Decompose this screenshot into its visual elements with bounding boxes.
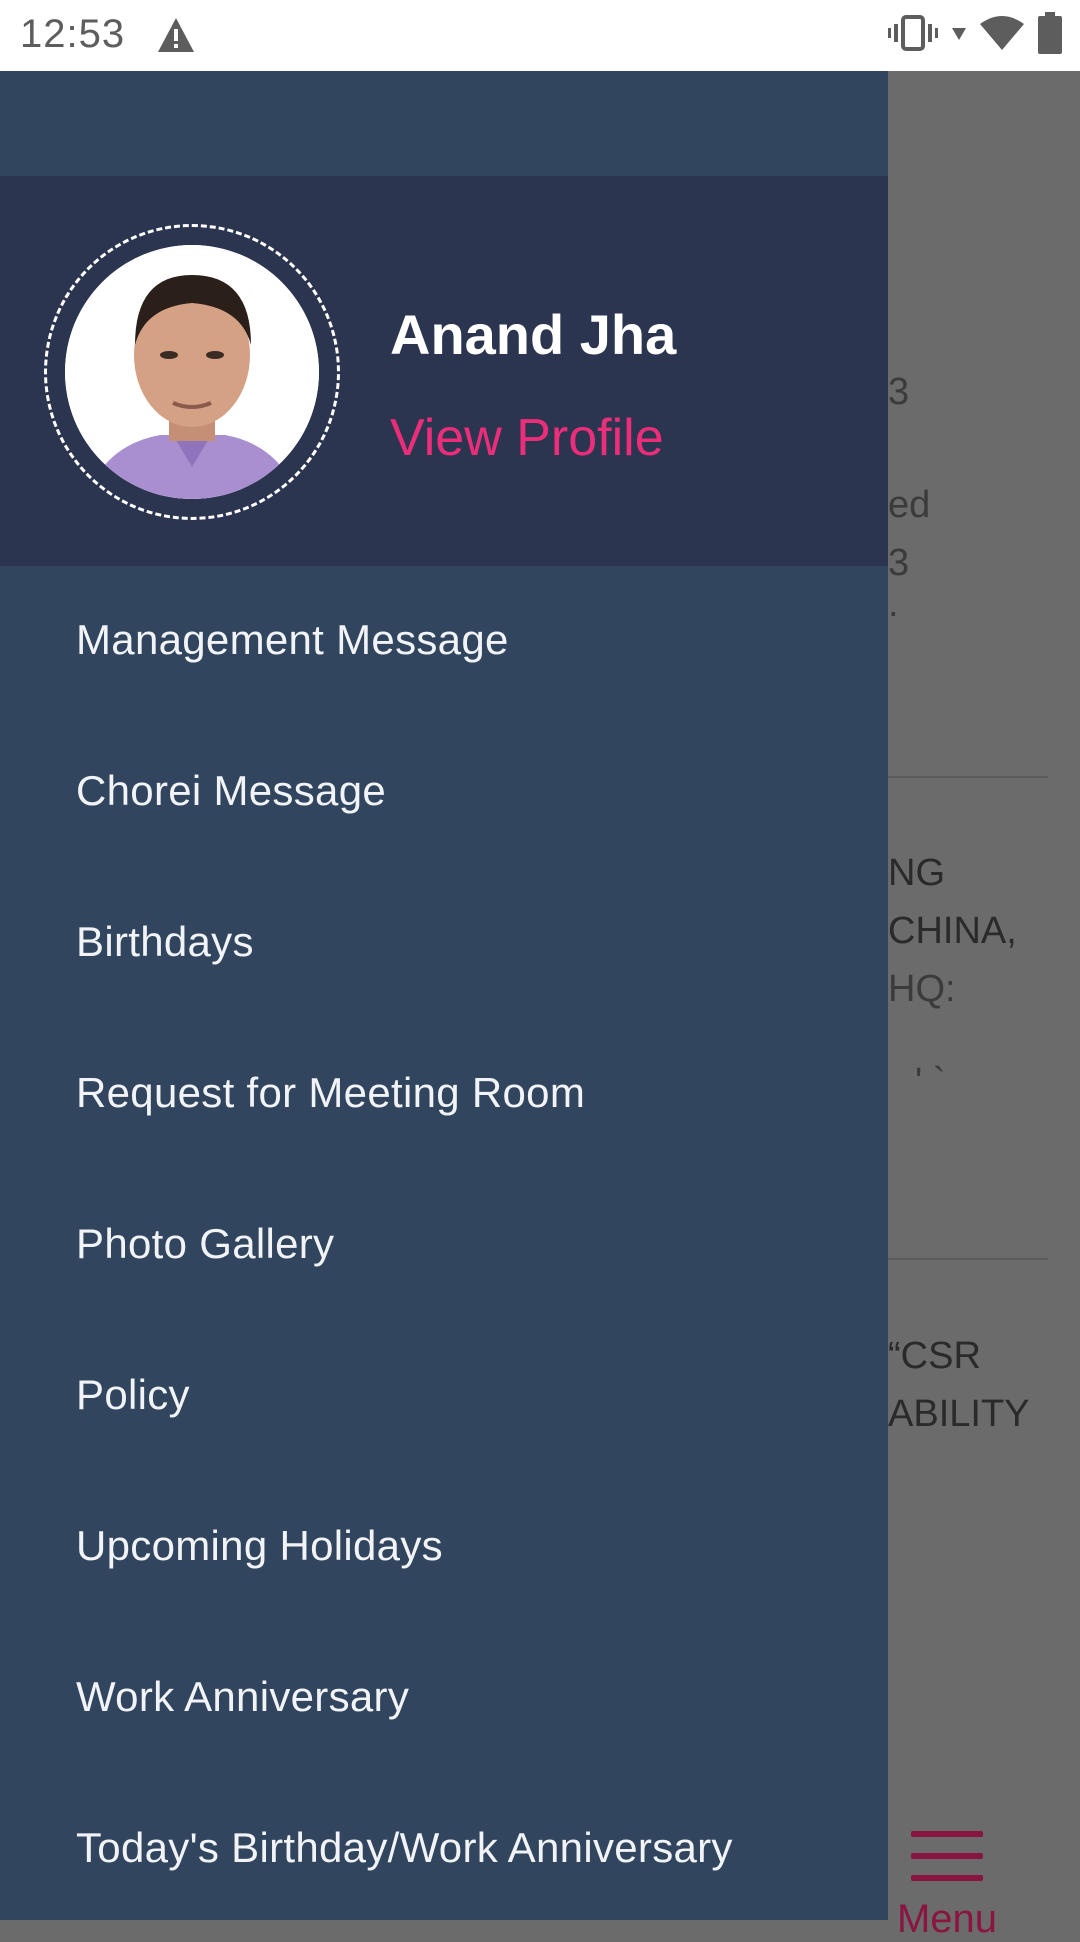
status-time: 12:53 — [20, 12, 126, 56]
background-fragment: ABILITY — [888, 1393, 1030, 1435]
menu-item-photo-gallery[interactable]: Photo Gallery — [0, 1170, 888, 1321]
menu-item-management-message[interactable]: Management Message — [0, 566, 888, 717]
menu-item-label: Policy — [76, 1371, 190, 1418]
background-fragment: CHINA, — [888, 910, 1017, 952]
profile-header: Anand Jha View Profile — [0, 176, 888, 566]
alert-icon — [156, 16, 196, 59]
menu-item-work-anniversary[interactable]: Work Anniversary — [0, 1623, 888, 1774]
menu-item-label: Chorei Message — [76, 767, 387, 814]
menu-item-label: Birthdays — [76, 918, 254, 965]
background-fragment: “CSR — [888, 1335, 981, 1377]
background-fragment: 3 — [888, 371, 910, 413]
menu-item-chorei-message[interactable]: Chorei Message — [0, 717, 888, 868]
background-fragment: ' ` — [915, 1061, 946, 1103]
menu-item-birthdays[interactable]: Birthdays — [0, 868, 888, 1019]
hamburger-icon — [911, 1831, 983, 1881]
menu-item-request-meeting-room[interactable]: Request for Meeting Room — [0, 1019, 888, 1170]
vibrate-icon — [888, 13, 938, 58]
background-fragment: . — [888, 583, 899, 625]
wifi-icon — [980, 14, 1024, 57]
menu-item-label: Management Message — [76, 616, 509, 663]
menu-item-label: Upcoming Holidays — [76, 1522, 443, 1569]
menu-item-label: Request for Meeting Room — [76, 1069, 586, 1116]
avatar — [65, 245, 319, 499]
battery-icon — [1038, 12, 1062, 59]
background-fragment: ed — [888, 484, 931, 526]
menu-item-upcoming-holidays[interactable]: Upcoming Holidays — [0, 1472, 888, 1623]
drawer-menu: Management Message Chorei Message Birthd… — [0, 566, 888, 1920]
background-fragment: 3 — [888, 542, 910, 584]
avatar-ring[interactable] — [44, 224, 340, 520]
view-profile-link[interactable]: View Profile — [390, 408, 664, 468]
background-fragment: HQ: — [888, 968, 956, 1010]
menu-item-label: Photo Gallery — [76, 1220, 335, 1267]
data-arrow-icon — [952, 27, 966, 45]
menu-item-label: Work Anniversary — [76, 1673, 410, 1720]
menu-item-label: Today's Birthday/Work Anniversary — [76, 1824, 733, 1871]
background-divider — [888, 1258, 1048, 1260]
menu-item-policy[interactable]: Policy — [0, 1321, 888, 1472]
background-fragment: NG — [888, 852, 945, 894]
user-name: Anand Jha — [390, 303, 677, 366]
status-icons — [888, 12, 1062, 59]
navigation-drawer: Anand Jha View Profile Management Messag… — [0, 71, 888, 1920]
menu-item-todays-birthday-anniversary[interactable]: Today's Birthday/Work Anniversary — [0, 1774, 888, 1920]
status-bar: 12:53 — [0, 0, 1080, 71]
background-divider — [888, 776, 1048, 778]
bottom-menu-button[interactable]: Menu — [892, 1831, 1002, 1942]
